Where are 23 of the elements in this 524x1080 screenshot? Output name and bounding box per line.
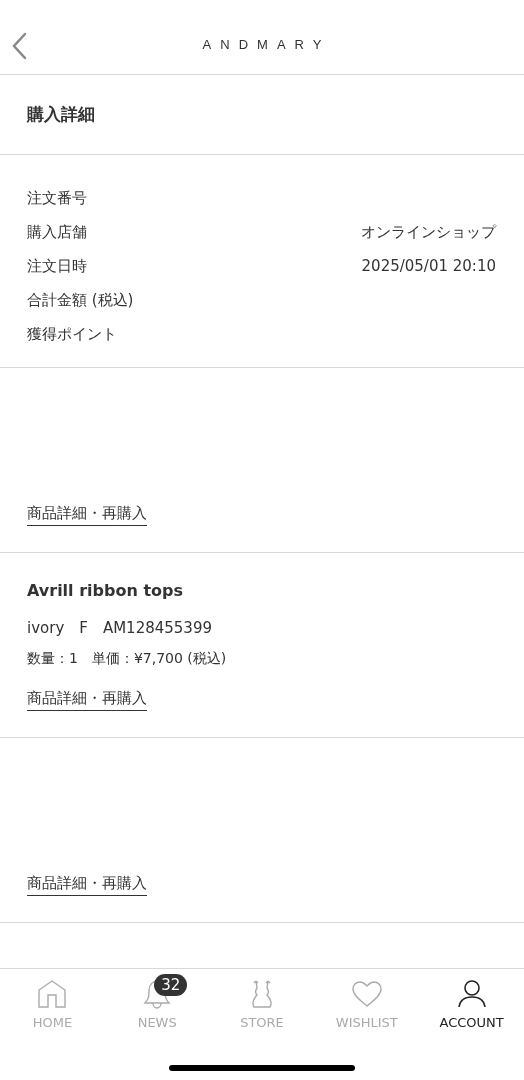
- product-detail-link[interactable]: 商品詳細・再購入: [27, 689, 147, 711]
- person-icon: [456, 979, 487, 1009]
- product-variant: ivory F AM128455399: [27, 619, 212, 638]
- heart-icon: [350, 980, 383, 1008]
- info-label: 購入店舗: [27, 222, 87, 242]
- page-title: 購入詳細: [27, 103, 95, 126]
- brand-logo: ANDMARY: [201, 36, 331, 52]
- dress-icon: [250, 979, 274, 1009]
- info-label: 合計金額 (税込): [27, 290, 134, 310]
- product-detail-link[interactable]: 商品詳細・再購入: [27, 874, 147, 896]
- info-label: 獲得ポイント: [27, 324, 117, 344]
- tab-item[interactable]: ACCOUNT: [419, 969, 524, 1030]
- product-detail-link[interactable]: 商品詳細・再購入: [27, 504, 147, 526]
- back-icon[interactable]: [11, 32, 27, 60]
- product-quantity-price: 数量：1 単価：¥7,700 (税込): [27, 650, 227, 668]
- tab-item[interactable]: 32 NEWS: [104, 969, 210, 1030]
- info-label: 注文日時: [27, 256, 87, 276]
- notification-badge: 32: [154, 974, 188, 996]
- product-name: Avrill ribbon tops: [27, 581, 183, 602]
- info-value: 2025/05/01 20:10: [361, 257, 496, 275]
- info-label: 注文番号: [27, 188, 87, 208]
- house-icon: [37, 979, 68, 1009]
- info-value: オンラインショップ: [361, 222, 496, 242]
